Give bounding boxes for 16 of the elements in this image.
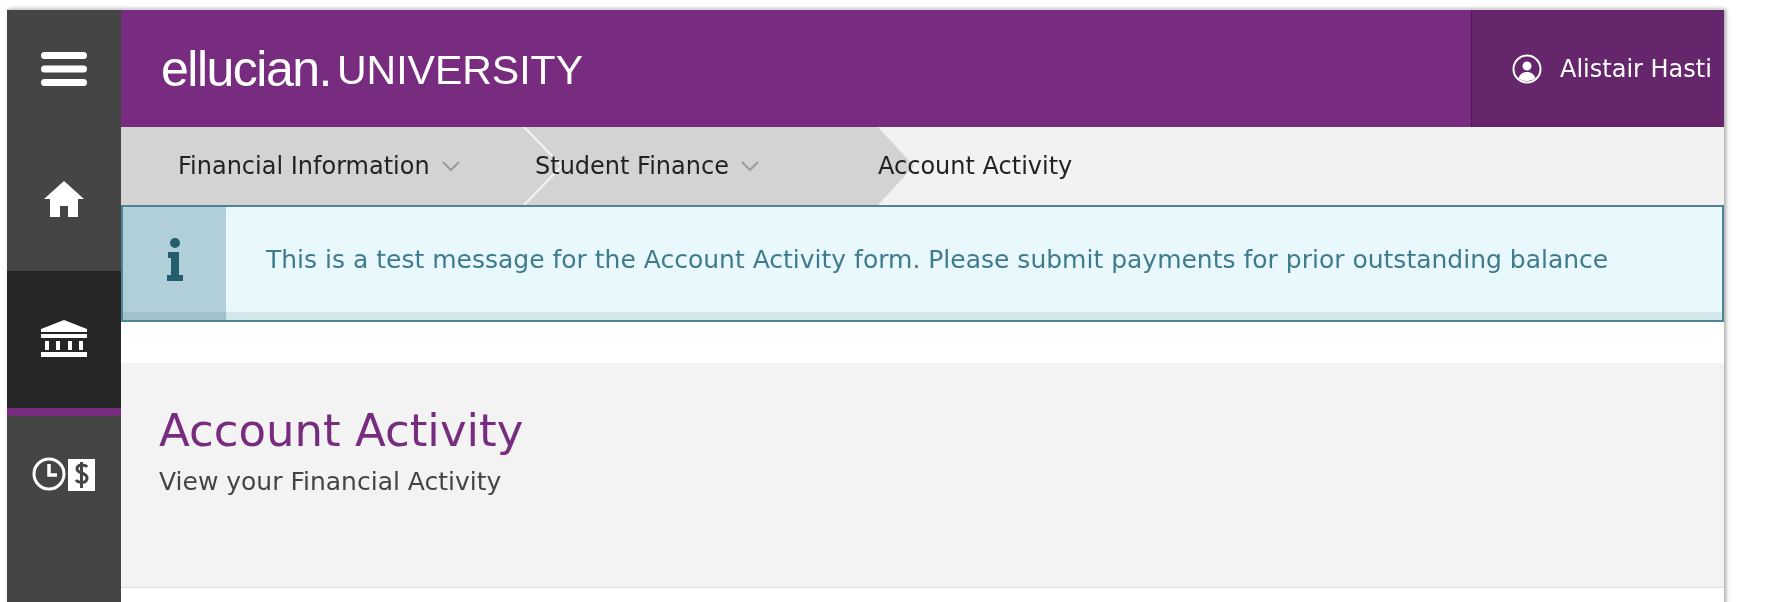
logo-brand: ellucian. — [161, 43, 331, 94]
user-avatar-icon — [1512, 53, 1542, 84]
notification-message: This is a test message for the Account Activity form. Please submit payments for prior outstanding balance — [266, 243, 1609, 276]
user-name: Alistair Hasti — [1560, 53, 1712, 85]
page-title: Account Activity — [159, 403, 525, 459]
bank-icon — [40, 319, 88, 360]
logo[interactable]: ellucian.UNIVERSITY — [121, 10, 1471, 127]
bank-nav-button[interactable] — [7, 271, 121, 416]
logo-text: UNIVERSITY — [336, 50, 583, 91]
home-icon — [44, 181, 84, 217]
page-subtitle: View your Financial Activity — [159, 466, 503, 499]
clock-dollar-icon — [32, 456, 96, 492]
breadcrumb-link[interactable]: Account Activity — [878, 148, 1073, 184]
info-icon — [164, 237, 185, 282]
user-menu[interactable]: Alistair Hasti — [1471, 10, 1724, 127]
menu-icon — [41, 51, 87, 86]
